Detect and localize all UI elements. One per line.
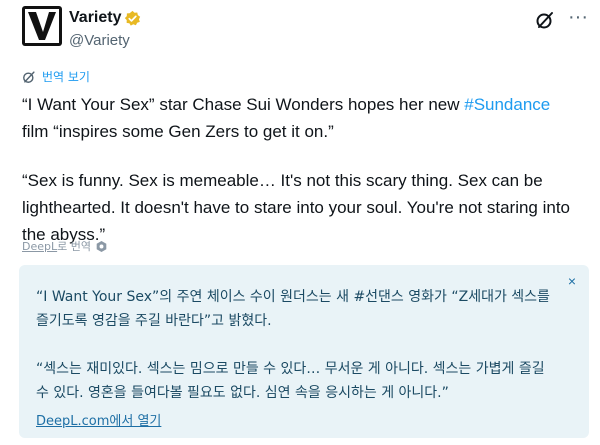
variety-logo-icon [22, 6, 62, 46]
translation-para-1: “I Want Your Sex”의 주연 체이스 수이 원더스는 새 #선댄스… [36, 289, 550, 329]
settings-gear-icon[interactable] [95, 240, 108, 253]
tweet-para-1: “I Want Your Sex” star Chase Sui Wonders… [22, 91, 582, 145]
more-options-icon[interactable]: ··· [568, 7, 588, 27]
translation-para-2: “섹스는 재미있다. 섹스는 밈으로 만들 수 있다… 무서운 게 아니다. 섹… [36, 361, 545, 401]
deepl-credit: DeepL 로 번역 [22, 238, 108, 254]
author-handle[interactable]: @Variety [69, 32, 130, 49]
grok-icon[interactable] [535, 10, 555, 30]
deepl-credit-link[interactable]: DeepL [22, 240, 57, 253]
verified-badge-icon [124, 10, 141, 27]
tweet-body: “I Want Your Sex” star Chase Sui Wonders… [22, 91, 582, 248]
translation-panel: × “I Want Your Sex”의 주연 체이스 수이 원더스는 새 #선… [19, 265, 589, 438]
translation-text: “I Want Your Sex”의 주연 체이스 수이 원더스는 새 #선댄스… [36, 285, 556, 405]
open-in-deepl-link[interactable]: DeepL.com에서 열기 [36, 410, 161, 429]
show-translation-link[interactable]: 번역 보기 [22, 68, 90, 85]
tweet-line1-suffix: film “inspires some Gen Zers to get it o… [22, 122, 334, 141]
translate-icon [23, 70, 35, 83]
tweet-line1-prefix: “I Want Your Sex” star Chase Sui Wonders… [22, 95, 465, 114]
avatar[interactable] [22, 6, 62, 46]
show-translation-label[interactable]: 번역 보기 [42, 68, 90, 85]
author-name-row[interactable]: Variety [69, 9, 141, 27]
hashtag-link[interactable]: #Sundance [464, 95, 550, 114]
deepl-credit-rest: 로 번역 [57, 240, 91, 253]
tweet-quote: “Sex is funny. Sex is memeable… It's not… [22, 171, 571, 244]
author-name[interactable]: Variety [69, 9, 121, 27]
close-icon[interactable]: × [568, 273, 576, 289]
